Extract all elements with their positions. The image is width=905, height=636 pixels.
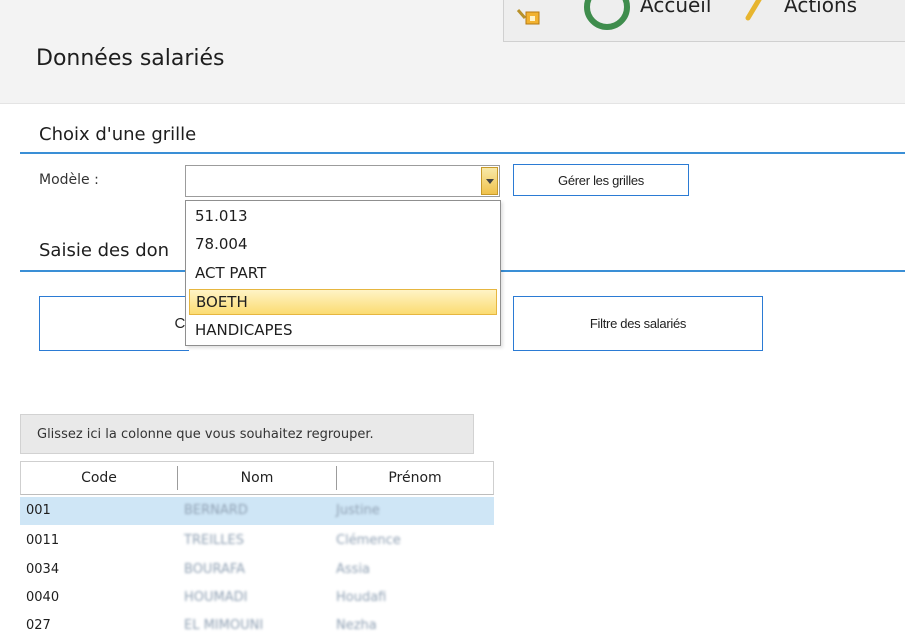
ribbon-area: Accueil Actions Données salariés [0, 0, 905, 104]
cell-code: 027 [26, 618, 51, 633]
entry-button[interactable]: C [39, 296, 189, 351]
cell-prenom: Nezha [336, 618, 377, 633]
dropdown-option[interactable]: HANDICAPES [189, 317, 497, 343]
page-title: Données salariés [36, 46, 225, 71]
manage-grids-button[interactable]: Gérer les grilles [513, 164, 689, 196]
model-dropdown-list: 51.013 78.004 ACT PART BOETH HANDICAPES [185, 200, 501, 346]
cell-prenom: Houdafi [336, 590, 387, 605]
dropdown-option[interactable]: 51.013 [189, 203, 497, 229]
cell-prenom: Clémence [336, 533, 401, 548]
pencil-icon[interactable] [740, 0, 766, 22]
cell-nom: TREILLES [184, 533, 244, 548]
cell-code: 0040 [26, 590, 60, 605]
cell-prenom: Justine [336, 503, 380, 518]
column-header-nom[interactable]: Nom [178, 462, 336, 494]
group-by-panel[interactable]: Glissez ici la colonne que vous souhaite… [20, 414, 474, 454]
table-row[interactable]: 0034 BOURAFA Assia [20, 556, 494, 584]
model-combobox[interactable] [185, 165, 500, 197]
cell-nom: HOUMADI [184, 590, 248, 605]
table-row[interactable]: 001 BERNARD Justine [20, 497, 494, 525]
dropdown-option[interactable]: ACT PART [189, 260, 497, 286]
employee-filter-button[interactable]: Filtre des salariés [513, 296, 763, 351]
chevron-down-icon[interactable] [481, 167, 498, 195]
cell-prenom: Assia [336, 562, 371, 577]
model-label: Modèle : [39, 172, 99, 188]
cell-nom: BOURAFA [184, 562, 246, 577]
grid-header: Code Nom Prénom [20, 461, 494, 495]
cell-nom: EL MIMOUNI [184, 618, 264, 633]
section-divider [20, 152, 905, 154]
data-entry-heading: Saisie des don [39, 240, 170, 261]
cell-nom: BERNARD [184, 503, 248, 518]
home-tab-label[interactable]: Accueil [640, 0, 711, 17]
column-header-prenom[interactable]: Prénom [337, 462, 493, 494]
dropdown-option[interactable]: 78.004 [189, 231, 497, 257]
actions-tab-label[interactable]: Actions [784, 0, 857, 17]
ribbon-toolbar: Accueil Actions [503, 0, 905, 42]
column-header-code[interactable]: Code [21, 462, 177, 494]
dropdown-option-highlighted[interactable]: BOETH [189, 289, 497, 315]
cell-code: 001 [26, 503, 51, 518]
grid-choice-heading: Choix d'une grille [39, 124, 197, 145]
cell-code: 0034 [26, 562, 60, 577]
table-row[interactable]: 0040 HOUMADI Houdafi [20, 584, 494, 612]
table-row[interactable]: 027 EL MIMOUNI Nezha [20, 612, 494, 636]
table-row[interactable]: 0011 TREILLES Clémence [20, 527, 494, 555]
lock-key-icon[interactable] [516, 4, 542, 26]
home-icon[interactable] [584, 0, 630, 30]
cell-code: 0011 [26, 533, 60, 548]
